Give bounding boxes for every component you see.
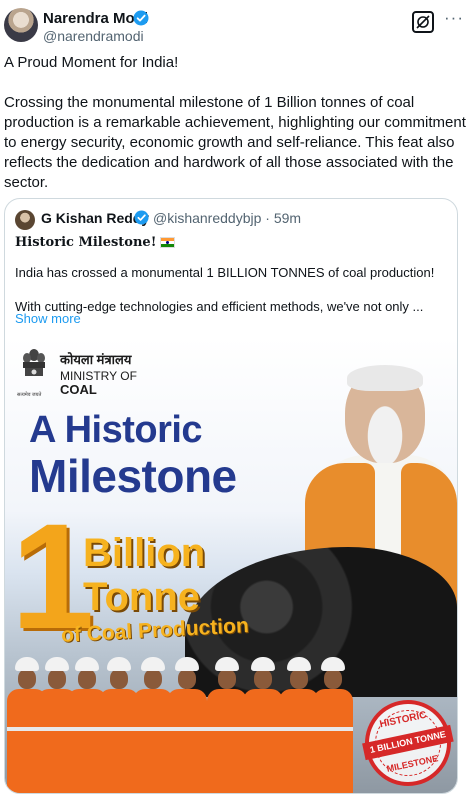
ministry-hindi: कोयला मंत्रालय [60, 352, 132, 367]
quote-author-handle[interactable]: @kishanreddybjp · 59m [153, 210, 301, 226]
portrait-hair [347, 365, 423, 391]
verified-badge-icon [133, 10, 149, 26]
show-more-link[interactable]: Show more [15, 311, 81, 326]
emblem-caption: सत्यमेव जयते [17, 392, 42, 398]
billion-text: Billion [83, 531, 206, 575]
tweet-text: A Proud Moment for India! Crossing the m… [4, 54, 466, 191]
more-options-icon[interactable]: ··· [444, 8, 464, 28]
headline-line1: A Historic [29, 409, 203, 451]
author-handle[interactable]: @narendramodi [43, 28, 144, 44]
national-emblem-icon [23, 349, 45, 376]
avatar[interactable] [4, 8, 38, 42]
quote-avatar[interactable] [15, 210, 35, 230]
verified-badge-icon [134, 210, 149, 225]
worker [311, 657, 355, 793]
tweet-header: Narendra Modi @narendramodi ··· [0, 0, 470, 50]
quoted-tweet[interactable]: G Kishan Reddy @kishanreddybjp · 59m His… [4, 198, 458, 794]
india-flag-icon [160, 237, 176, 248]
quote-title-text: Historic Milestone! [15, 235, 157, 250]
quote-author-name[interactable]: G Kishan Reddy [41, 210, 149, 226]
quote-image[interactable]: सत्यमेव जयते कोयला मंत्रालय MINISTRY OF … [5, 337, 457, 793]
ministry-of: MINISTRY OF [60, 369, 137, 383]
ministry-coal: COAL [60, 382, 97, 397]
worker [165, 657, 209, 793]
grok-icon[interactable] [412, 11, 434, 33]
quote-body: India has crossed a monumental 1 BILLION… [15, 265, 435, 314]
quote-title: Historic Milestone! [15, 235, 176, 250]
tonne-text: Tonne [83, 575, 201, 619]
